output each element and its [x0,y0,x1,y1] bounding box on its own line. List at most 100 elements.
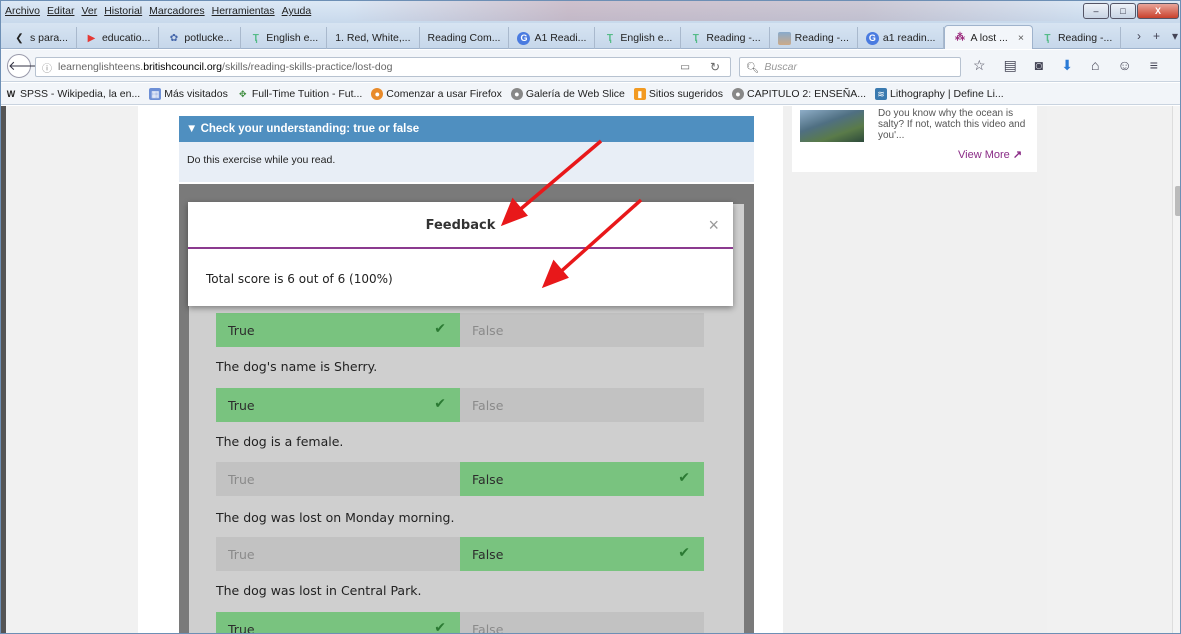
url-domain: britishcouncil.org [143,61,223,73]
check-icon: ✔ [678,545,690,561]
bookmark-capitulo[interactable]: ● CAPITULO 2: ENSEÑA... [732,87,866,100]
left-edge [1,106,6,633]
url-bar[interactable]: ⓘ learnenglishteens. britishcouncil.org … [35,57,731,77]
bookmark-label: Comenzar a usar Firefox [386,87,502,100]
answer-false[interactable]: False ✔ [460,462,704,496]
back-button[interactable]: 🡐 [7,54,43,78]
new-tab-icon[interactable]: + [1153,29,1160,43]
close-icon[interactable]: × [708,215,719,236]
menu-marcadores[interactable]: Marcadores [149,5,204,17]
scroll-tabs-right-icon[interactable]: › [1137,29,1141,43]
window-controls: – □ X [1083,3,1179,19]
answer-false[interactable]: False ✔ [460,537,704,571]
tab-3[interactable]: ✿ potlucke... [159,27,242,49]
wikipedia-icon: W [6,88,16,99]
bookmarks-toolbar: W SPSS - Wikipedia, la en... ▦ Más visitad… [1,83,1180,105]
reader-view-icon[interactable]: ▭ [680,61,690,73]
url-path: /skills/reading-skills-practice/lost-dog [222,61,393,73]
pocket-icon[interactable]: ◙ [1035,57,1043,74]
tab-7[interactable]: G A1 Readi... [509,27,596,49]
tab-arrow-icon[interactable]: ❮ [13,32,26,45]
menu-herramientas[interactable]: Herramientas [212,5,275,17]
minimize-button[interactable]: – [1083,3,1109,19]
maximize-button[interactable]: □ [1110,3,1136,19]
site-info-icon[interactable]: ⓘ [42,60,52,75]
tab-strip: ❮ s para... ▶ educatio... ✿ potlucke... Ҭ En… [1,23,1180,49]
tab-label: Reading -... [706,32,761,44]
suggested-sites-icon: ▮ [633,87,646,100]
bookmark-spss[interactable]: W SPSS - Wikipedia, la en... [5,88,140,100]
answer-false[interactable]: False [460,388,704,422]
tab-6[interactable]: Reading Com... [420,27,510,49]
globe-icon: ● [732,87,744,100]
bookmark-label: SPSS - Wikipedia, la en... [20,87,141,100]
menu-historial[interactable]: Historial [104,5,142,17]
tab-active-lost-dog[interactable]: ⁂ A lost ... × [944,25,1033,49]
tab-13[interactable]: Ҭ Reading -... [1033,27,1122,49]
title-bar-glow [346,1,1086,21]
british-council-icon: Ҭ [692,32,699,44]
bookmark-lithography[interactable]: ≋ Lithography | Define Li... [875,87,1004,100]
bookmark-tuition[interactable]: ✥ Full-Time Tuition - Fut... [237,88,362,100]
answer-false[interactable]: False [460,313,704,347]
answer-label: True [228,322,255,338]
search-input[interactable]: 🔍︎ Buscar [739,57,961,77]
answer-label: False [472,621,504,634]
answer-true[interactable]: True [216,462,460,496]
menu-archivo[interactable]: Archivo [5,5,40,17]
menu-ver[interactable]: Ver [81,5,97,17]
tab-4[interactable]: Ҭ English e... [241,27,328,49]
view-more-link[interactable]: View More ↗ [958,148,1022,161]
search-icon: 🔍︎ [746,61,760,74]
bookmark-firefox[interactable]: ● Comenzar a usar Firefox [371,87,502,100]
tab-1[interactable]: ❮ s para... [5,27,77,49]
menu-list: Archivo Editar Ver Historial Marcadores … [5,5,311,17]
bookmark-label: Sitios sugeridos [648,87,723,100]
ocean-thumbnail[interactable] [800,110,864,142]
tab-label: Reading Com... [427,32,501,44]
check-icon: ✔ [434,321,446,337]
answer-row-3: True False ✔ [216,462,705,496]
smiley-icon[interactable]: ☺ [1117,57,1131,74]
bookmark-label: Más visitados [164,87,228,100]
view-more-label: View More [958,149,1010,161]
tab-9[interactable]: Ҭ Reading -... [681,27,770,49]
tab-2[interactable]: ▶ educatio... [77,27,160,49]
bookmark-most-visited[interactable]: ▦ Más visitados [149,87,228,100]
bookmark-web-slice[interactable]: ● Galería de Web Slice [510,87,625,100]
hamburger-menu-icon[interactable]: ≡ [1150,57,1158,74]
scrollbar-thumb[interactable] [1175,186,1180,216]
tab-label: A1 Readi... [534,32,587,44]
tab-label: educatio... [101,32,151,44]
answer-false[interactable]: False [460,612,704,634]
answer-true[interactable]: True ✔ [216,313,460,347]
bookmarks-menu-icon[interactable]: ▤ [1004,57,1017,74]
tab-11[interactable]: Ga1 readin... [858,27,945,49]
reload-icon[interactable]: ↻ [710,60,720,74]
exercise-accordion-header[interactable]: ▼ Check your understanding: true or fals… [179,116,754,142]
answer-true[interactable]: True ✔ [216,612,460,633]
page-scrollbar[interactable] [1172,106,1180,633]
question-5: The dog was lost in Central Park. [216,583,422,598]
answer-true[interactable]: True [216,537,460,571]
tab-5[interactable]: 1. Red, White,... [327,27,420,49]
british-council-icon: Ҭ [1044,32,1051,44]
toolbar-icons: ☆ ▤ ◙ ⬇ ⌂ ☺ ≡ [973,57,1158,74]
menu-ayuda[interactable]: Ayuda [282,5,312,17]
bookmark-star-icon[interactable]: ☆ [973,57,986,74]
tab-list-icon[interactable]: ▾ [1172,29,1178,43]
download-icon[interactable]: ⬇ [1061,57,1073,74]
tab-10[interactable]: Reading -... [770,27,858,49]
bookmark-suggested-sites[interactable]: ▮ Sitios sugeridos [633,87,723,100]
close-window-button[interactable]: X [1137,3,1179,19]
answer-true[interactable]: True ✔ [216,388,460,422]
tab-8[interactable]: Ҭ English e... [595,27,682,49]
check-icon: ✔ [678,470,690,486]
menu-editar[interactable]: Editar [47,5,74,17]
close-tab-icon[interactable]: × [1018,32,1024,44]
home-icon[interactable]: ⌂ [1091,57,1099,74]
tab-controls: › + ▾ [1137,29,1178,43]
bookmark-label: Full-Time Tuition - Fut... [251,87,363,100]
tab-label: Reading -... [794,32,849,44]
british-council-icon: Ҭ [606,32,613,44]
